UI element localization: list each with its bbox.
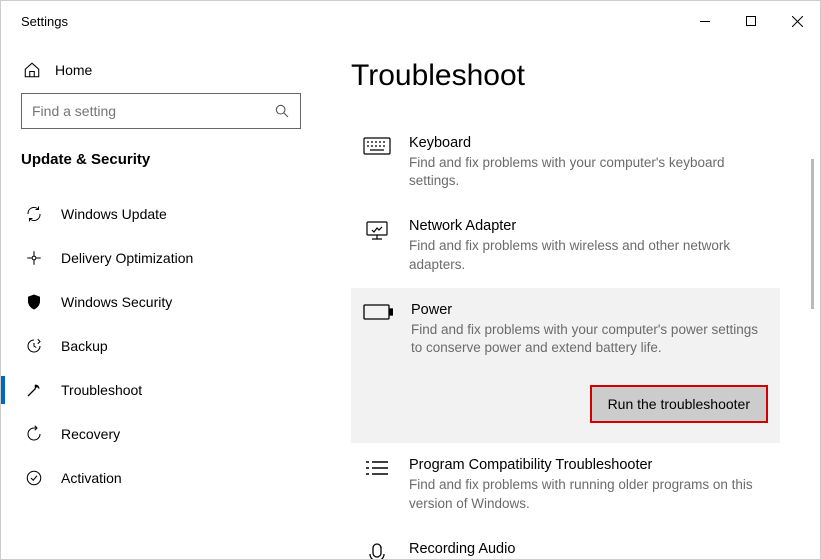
shield-icon xyxy=(25,293,43,311)
delivery-icon xyxy=(25,249,43,267)
close-button[interactable] xyxy=(774,5,820,37)
minimize-button[interactable] xyxy=(682,5,728,37)
sidebar-item-activation[interactable]: Activation xyxy=(1,456,301,500)
sidebar-item-recovery[interactable]: Recovery xyxy=(1,412,301,456)
sidebar-item-label: Delivery Optimization xyxy=(61,250,193,266)
recovery-icon xyxy=(25,425,43,443)
maximize-button[interactable] xyxy=(728,5,774,37)
sidebar-item-troubleshoot[interactable]: Troubleshoot xyxy=(1,368,301,412)
microphone-icon xyxy=(363,543,391,559)
sidebar-item-delivery-optimization[interactable]: Delivery Optimization xyxy=(1,236,301,280)
nav-list: Windows Update Delivery Optimization Win… xyxy=(1,192,301,500)
search-input[interactable] xyxy=(32,103,274,119)
troubleshoot-item-compatibility[interactable]: Program Compatibility Troubleshooter Fin… xyxy=(351,443,780,526)
sidebar: Home Update & Security Windows Update De… xyxy=(1,41,321,559)
ts-title: Power xyxy=(411,302,768,318)
sidebar-item-label: Troubleshoot xyxy=(61,382,142,398)
run-troubleshooter-button[interactable]: Run the troubleshooter xyxy=(592,387,766,421)
troubleshoot-list: Keyboard Find and fix problems with your… xyxy=(351,121,780,559)
sidebar-item-label: Windows Update xyxy=(61,206,167,222)
sidebar-item-windows-security[interactable]: Windows Security xyxy=(1,280,301,324)
home-button[interactable]: Home xyxy=(21,53,301,93)
sidebar-item-label: Recovery xyxy=(61,426,120,442)
ts-title: Network Adapter xyxy=(409,218,768,234)
ts-title: Keyboard xyxy=(409,135,768,151)
ts-desc: Find and fix problems with running older… xyxy=(409,476,768,512)
home-icon xyxy=(23,61,41,79)
troubleshoot-item-network[interactable]: Network Adapter Find and fix problems wi… xyxy=(351,204,780,287)
ts-title: Recording Audio xyxy=(409,541,670,557)
troubleshoot-item-power[interactable]: Power Find and fix problems with your co… xyxy=(351,288,780,443)
ts-desc: Find and fix problems with wireless and … xyxy=(409,237,768,273)
home-label: Home xyxy=(55,62,92,78)
search-input-box[interactable] xyxy=(21,93,301,129)
troubleshoot-item-recording-audio[interactable]: Recording Audio Find and fix problems wi… xyxy=(351,527,780,559)
run-button-highlight: Run the troubleshooter xyxy=(590,385,768,423)
main-content: Troubleshoot Keyboard Find and fix probl… xyxy=(321,41,820,559)
sidebar-item-label: Windows Security xyxy=(61,294,172,310)
backup-icon xyxy=(25,337,43,355)
title-bar: Settings xyxy=(1,1,820,41)
activation-icon xyxy=(25,469,43,487)
ts-desc: Find and fix problems with your computer… xyxy=(409,154,768,190)
scrollbar[interactable] xyxy=(811,159,814,309)
search-icon xyxy=(274,103,290,119)
list-icon xyxy=(363,459,391,479)
sync-icon xyxy=(25,205,43,223)
troubleshoot-icon xyxy=(25,381,43,399)
window-controls xyxy=(682,5,820,37)
keyboard-icon xyxy=(363,137,391,157)
ts-title: Program Compatibility Troubleshooter xyxy=(409,457,768,473)
sidebar-item-label: Activation xyxy=(61,470,122,486)
sidebar-item-label: Backup xyxy=(61,338,108,354)
page-title: Troubleshoot xyxy=(351,59,780,93)
sidebar-item-backup[interactable]: Backup xyxy=(1,324,301,368)
network-icon xyxy=(363,220,391,242)
ts-desc: Find and fix problems with your computer… xyxy=(411,321,768,357)
sidebar-item-windows-update[interactable]: Windows Update xyxy=(1,192,301,236)
troubleshoot-item-keyboard[interactable]: Keyboard Find and fix problems with your… xyxy=(351,121,780,204)
category-title: Update & Security xyxy=(21,151,301,168)
battery-icon xyxy=(363,304,393,320)
window-title: Settings xyxy=(21,14,68,29)
